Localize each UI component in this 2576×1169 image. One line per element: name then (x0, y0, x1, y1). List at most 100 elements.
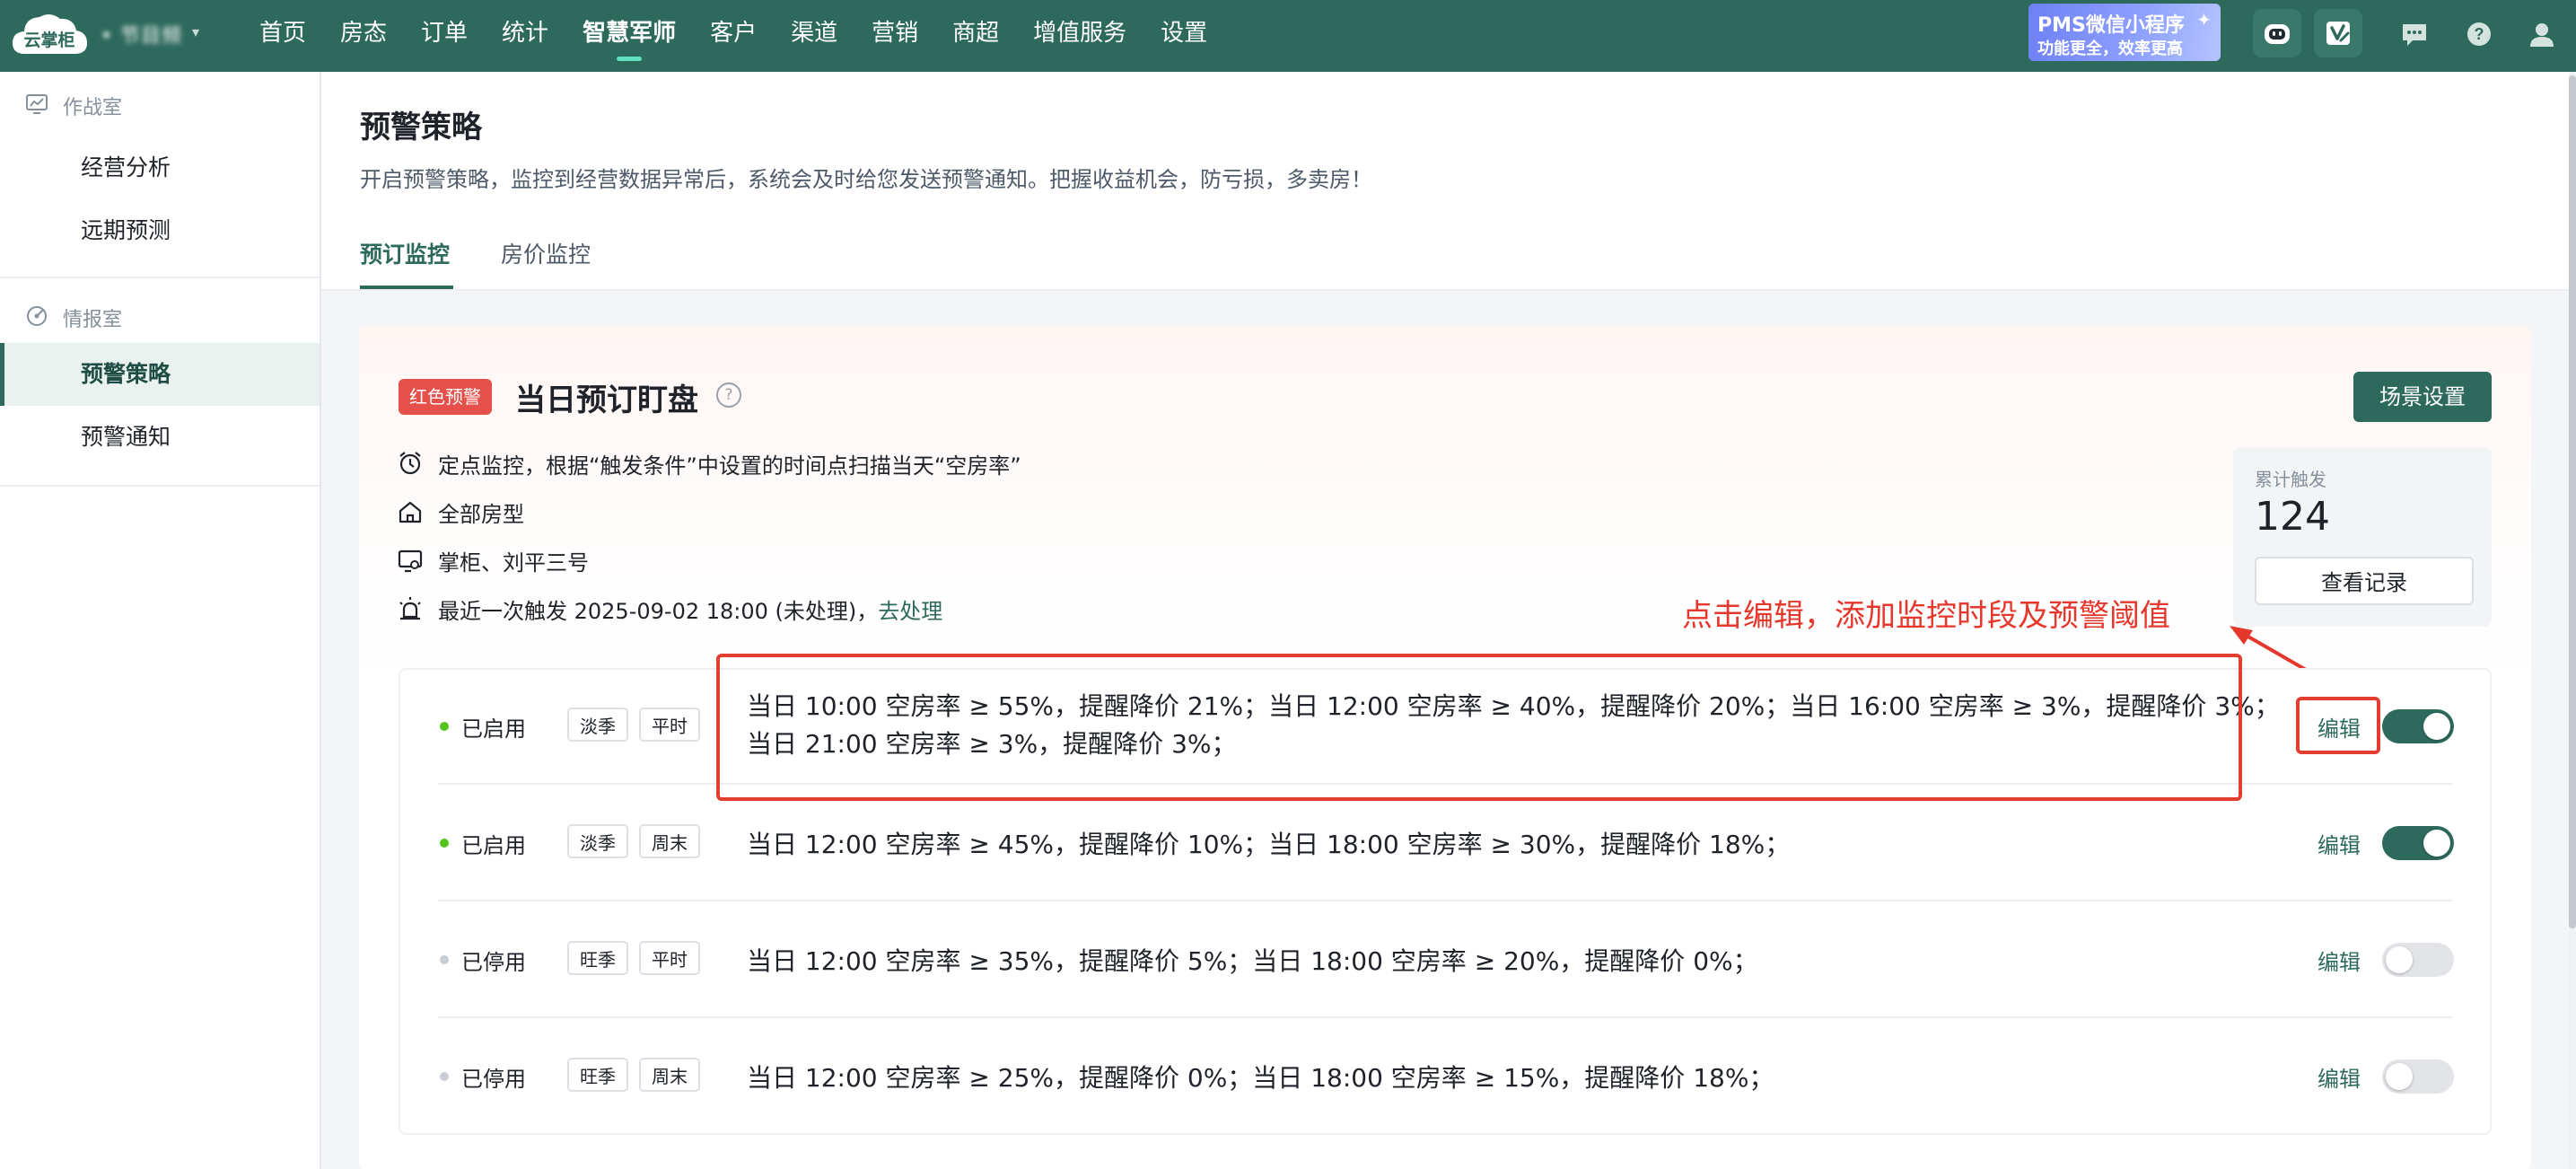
nav-customers[interactable]: 客户 (693, 0, 774, 72)
nav-marketing[interactable]: 营销 (854, 0, 935, 72)
rule-status: 已停用 (461, 1067, 526, 1092)
rule-status: 已启用 (461, 716, 526, 742)
user-menu-button[interactable] (2526, 18, 2558, 50)
user-monitor-icon (395, 545, 425, 576)
nav-room-status[interactable]: 房态 (323, 0, 404, 72)
view-records-button[interactable]: 查看记录 (2255, 557, 2474, 605)
svg-text:?: ? (2475, 25, 2484, 43)
edit-rule-button[interactable]: 编辑 (2318, 828, 2361, 859)
app-shortcut-button[interactable] (2314, 9, 2362, 57)
sidebar-item-alert-notifications[interactable]: 预警通知 (0, 406, 320, 469)
page-description: 开启预警策略，监控到经营数据异常后，系统会及时给您发送预警通知。把握收益机会，防… (360, 167, 1372, 192)
schedule-text: 定点监控，根据“触发条件”中设置的时间点扫描当天“空房率” (438, 453, 1021, 479)
trigger-count-label: 累计触发 (2255, 469, 2326, 490)
user-icon (2530, 23, 2554, 47)
sparkle-icon: ✦ (2196, 9, 2212, 31)
home-icon (395, 497, 425, 527)
rule-conditions: 当日 12:00 空房率 ≥ 45%，提醒降价 10%；当日 18:00 空房率… (747, 830, 1791, 859)
season-tag: 淡季 (567, 708, 628, 742)
sidebar-group-label: 情报室 (63, 309, 123, 331)
info-schedule: 定点监控，根据“触发条件”中设置的时间点扫描当天“空房率” (395, 447, 1021, 479)
sidebar-item-alert-strategy[interactable]: 预警策略 (0, 343, 320, 406)
page-header: 预警策略 开启预警策略，监控到经营数据异常后，系统会及时给您发送预警通知。把握收… (321, 72, 2576, 291)
edit-rule-button[interactable]: 编辑 (2318, 945, 2361, 976)
promo-title: PMS微信小程序 (2037, 14, 2185, 37)
annotation-text: 点击编辑，添加监控时段及预警阈值 (1682, 598, 2170, 634)
alarm-clock-icon (395, 448, 425, 479)
status-dot (440, 722, 449, 731)
tab-price-monitor[interactable]: 房价监控 (501, 237, 591, 269)
page-title: 预警策略 (360, 110, 482, 145)
rule-row: 已停用 旺季 平时 当日 12:00 空房率 ≥ 35%，提醒降价 5%；当日 … (399, 901, 2492, 1018)
help-icon: ? (2467, 22, 2491, 46)
robot-assistant-button[interactable] (2253, 9, 2301, 57)
rule-enable-toggle[interactable] (2382, 943, 2454, 977)
nav-channels[interactable]: 渠道 (774, 0, 854, 72)
pms-miniprogram-promo[interactable]: PMS微信小程序 ✦ 功能更全，效率更高 (2028, 4, 2221, 61)
sidebar: 作战室 经营分析 远期预测 情报室 预警策略 预警通知 (0, 72, 321, 1169)
rule-status: 已停用 (461, 950, 526, 975)
sidebar-item-forecast[interactable]: 远期预测 (0, 199, 320, 262)
scene-settings-button[interactable]: 场景设置 (2353, 372, 2492, 422)
day-type-tag: 周末 (639, 824, 700, 858)
alarm-light-icon (395, 593, 425, 624)
rule-conditions: 当日 12:00 空房率 ≥ 35%，提醒降价 5%；当日 18:00 空房率 … (747, 946, 1758, 976)
last-trigger-text: 最近一次触发 2025-09-02 18:00 (未处理)， (438, 598, 879, 624)
status-dot (440, 839, 449, 848)
message-button[interactable] (2398, 18, 2431, 50)
toggle-knob (2423, 830, 2450, 857)
sidebar-item-label: 预警策略 (81, 361, 171, 387)
rule-row: 已停用 旺季 周末 当日 12:00 空房率 ≥ 25%，提醒降价 0%；当日 … (399, 1018, 2492, 1135)
rule-enable-toggle[interactable] (2382, 709, 2454, 743)
help-button[interactable]: ? (2463, 18, 2495, 50)
nav-store[interactable]: 商超 (935, 0, 1016, 72)
tabs-divider (321, 289, 2576, 291)
robot-icon (2265, 24, 2290, 44)
scrollbar-thumb[interactable] (2569, 75, 2576, 928)
chart-board-icon (26, 94, 48, 114)
caret-down-icon: ▾ (191, 23, 199, 40)
tab-booking-monitor[interactable]: 预订监控 (360, 237, 450, 269)
nav-orders[interactable]: 订单 (404, 0, 485, 72)
sidebar-item-business-analysis[interactable]: 经营分析 (0, 136, 320, 199)
nav-statistics[interactable]: 统计 (485, 0, 565, 72)
info-room-types: 全部房型 (395, 496, 524, 528)
nav-home[interactable]: 首页 (242, 0, 323, 72)
day-type-tag: 平时 (639, 941, 700, 975)
promo-subtitle: 功能更全，效率更高 (2037, 40, 2183, 58)
nav-settings[interactable]: 设置 (1143, 0, 1224, 72)
sidebar-item-label: 远期预测 (81, 217, 171, 243)
message-icon (2403, 24, 2426, 46)
nav-smart-advisor[interactable]: 智慧军师 (565, 0, 693, 72)
sidebar-divider (0, 277, 320, 278)
highlight-box-edit (2296, 697, 2380, 754)
recipients-text: 掌柜、刘平三号 (438, 549, 589, 576)
logo[interactable]: 云掌柜 (9, 7, 90, 61)
red-alert-badge: 红色预警 (399, 379, 492, 415)
sidebar-divider (0, 485, 320, 487)
sidebar-item-label: 预警通知 (81, 424, 171, 450)
main-nav: 首页 房态 订单 统计 智慧军师 客户 渠道 营销 商超 增值服务 设置 (242, 0, 1224, 72)
question-icon[interactable]: ? (716, 382, 741, 408)
toggle-knob (2386, 1063, 2413, 1090)
edit-check-icon (2326, 22, 2350, 45)
hotel-switcher[interactable]: • 节目频 ▾ (101, 20, 199, 48)
trigger-count-value: 124 (2255, 494, 2330, 540)
edit-rule-button[interactable]: 编辑 (2318, 1061, 2361, 1093)
rule-conditions: 当日 12:00 空房率 ≥ 25%，提醒降价 0%；当日 18:00 空房率 … (747, 1063, 1774, 1093)
strategy-title: 当日预订盯盘 (515, 382, 698, 418)
go-handle-link[interactable]: 去处理 (878, 593, 942, 625)
rule-row: 已启用 淡季 周末 当日 12:00 空房率 ≥ 45%，提醒降价 10%；当日… (399, 785, 2492, 901)
rule-enable-toggle[interactable] (2382, 1059, 2454, 1094)
sidebar-item-label: 经营分析 (81, 154, 171, 180)
status-dot (440, 955, 449, 964)
sidebar-group-intel-room: 情报室 (0, 284, 320, 347)
day-type-tag: 平时 (639, 708, 700, 742)
rule-enable-toggle[interactable] (2382, 826, 2454, 860)
rule-status: 已启用 (461, 833, 526, 858)
sidebar-group-label: 作战室 (63, 97, 123, 119)
day-type-tag: 周末 (639, 1058, 700, 1092)
nav-value-added[interactable]: 增值服务 (1016, 0, 1143, 72)
season-tag: 旺季 (567, 941, 628, 975)
info-last-trigger: 最近一次触发 2025-09-02 18:00 (未处理)， 去处理 (395, 593, 942, 625)
